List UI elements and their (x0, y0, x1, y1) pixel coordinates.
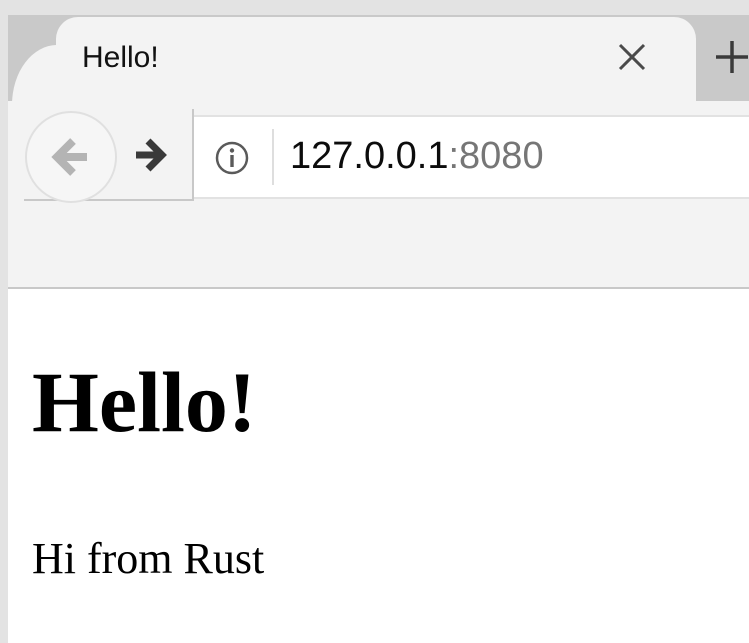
site-info-button[interactable] (212, 138, 252, 178)
back-button[interactable] (25, 111, 117, 203)
tab-title: Hello! (82, 41, 159, 74)
forward-button[interactable] (130, 135, 170, 175)
page-content: Hello! Hi from Rust (8, 289, 749, 643)
url-port: :8080 (448, 135, 544, 177)
tab-strip: Hello! (8, 15, 749, 101)
arrow-left-icon (51, 138, 87, 176)
browser-window: Hello! 127.0.0.1:8080 Hello! Hi from Rus… (8, 15, 749, 643)
url-separator (272, 129, 274, 185)
arrow-right-icon (136, 138, 167, 172)
plus-icon (716, 41, 748, 73)
new-tab-button[interactable] (712, 37, 749, 77)
tab-strip-edge (8, 15, 56, 101)
page-heading: Hello! (32, 354, 257, 450)
navigation-toolbar: 127.0.0.1:8080 (8, 101, 749, 289)
url-host: 127.0.0.1 (290, 135, 449, 177)
url-text[interactable]: 127.0.0.1:8080 (290, 135, 544, 178)
url-bar[interactable]: 127.0.0.1:8080 (194, 115, 749, 199)
page-paragraph: Hi from Rust (32, 534, 265, 583)
close-icon (618, 43, 646, 71)
info-icon (215, 141, 249, 175)
close-tab-button[interactable] (612, 37, 652, 77)
